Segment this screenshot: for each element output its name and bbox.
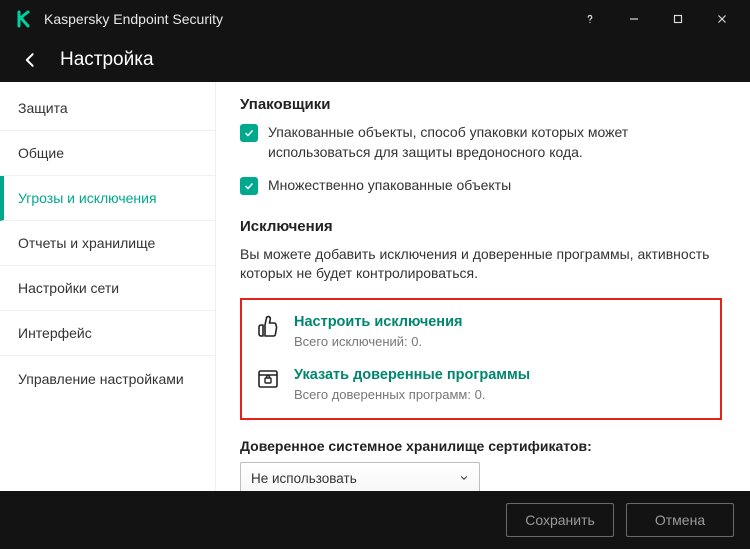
exclusions-desc: Вы можете добавить исключения и доверенн…	[240, 245, 722, 284]
sidebar-item-label: Защита	[18, 100, 68, 116]
help-button[interactable]	[568, 0, 612, 38]
minimize-button[interactable]	[612, 0, 656, 38]
checkbox-packed-objects[interactable]	[240, 124, 258, 142]
packers-check1-row: Упакованные объекты, способ упаковки кот…	[240, 123, 722, 162]
checkbox-packed-objects-label: Упакованные объекты, способ упаковки кот…	[268, 123, 714, 162]
titlebar-controls	[568, 0, 744, 38]
configure-exclusions-link[interactable]: Настроить исключения	[294, 314, 462, 330]
packers-check2-row: Множественно упакованные объекты	[240, 176, 722, 196]
page-title: Настройка	[60, 49, 154, 71]
app-window: Kaspersky Endpoint Security Настройка За…	[0, 0, 750, 549]
exclusions-highlight-box: Настроить исключения Всего исключений: 0…	[240, 298, 722, 420]
checkbox-multipacked-label: Множественно упакованные объекты	[268, 176, 511, 196]
certstore-label: Доверенное системное хранилище сертифика…	[240, 438, 722, 454]
cancel-button[interactable]: Отмена	[626, 503, 734, 537]
sidebar: Защита Общие Угрозы и исключения Отчеты …	[0, 82, 216, 491]
body: Защита Общие Угрозы и исключения Отчеты …	[0, 82, 750, 491]
sidebar-item-label: Управление настройками	[18, 371, 184, 387]
app-title: Kaspersky Endpoint Security	[44, 11, 568, 27]
configure-exclusions-sub: Всего исключений: 0.	[294, 334, 462, 349]
sidebar-item-interface[interactable]: Интерфейс	[0, 311, 215, 356]
configure-exclusions-row: Настроить исключения Всего исключений: 0…	[256, 314, 706, 349]
back-button[interactable]	[20, 49, 42, 71]
sidebar-item-general[interactable]: Общие	[0, 131, 215, 176]
checkbox-multipacked[interactable]	[240, 177, 258, 195]
sidebar-item-reports-storage[interactable]: Отчеты и хранилище	[0, 221, 215, 266]
subheader: Настройка	[0, 38, 750, 82]
trusted-app-icon	[256, 367, 280, 391]
save-button[interactable]: Сохранить	[506, 503, 614, 537]
trusted-apps-sub: Всего доверенных программ: 0.	[294, 387, 530, 402]
titlebar: Kaspersky Endpoint Security	[0, 0, 750, 38]
sidebar-item-label: Отчеты и хранилище	[18, 235, 155, 251]
footer: Сохранить Отмена	[0, 491, 750, 549]
kaspersky-logo-icon	[16, 10, 34, 28]
certstore-value: Не использовать	[251, 471, 357, 486]
main-content: Упаковщики Упакованные объекты, способ у…	[216, 82, 750, 491]
thumbs-up-icon	[256, 314, 280, 338]
chevron-down-icon	[459, 471, 469, 486]
packers-heading: Упаковщики	[240, 96, 722, 113]
sidebar-item-label: Настройки сети	[18, 280, 119, 296]
sidebar-item-network[interactable]: Настройки сети	[0, 266, 215, 311]
exclusions-heading: Исключения	[240, 218, 722, 235]
trusted-apps-row: Указать доверенные программы Всего довер…	[256, 367, 706, 402]
maximize-button[interactable]	[656, 0, 700, 38]
sidebar-item-label: Интерфейс	[18, 325, 92, 341]
trusted-apps-link[interactable]: Указать доверенные программы	[294, 367, 530, 383]
sidebar-item-label: Общие	[18, 145, 64, 161]
certstore-select[interactable]: Не использовать	[240, 462, 480, 491]
sidebar-item-protection[interactable]: Защита	[0, 86, 215, 131]
sidebar-item-threats-exclusions[interactable]: Угрозы и исключения	[0, 176, 215, 221]
sidebar-item-manage-settings[interactable]: Управление настройками	[0, 356, 215, 401]
sidebar-item-label: Угрозы и исключения	[18, 190, 157, 206]
close-button[interactable]	[700, 0, 744, 38]
